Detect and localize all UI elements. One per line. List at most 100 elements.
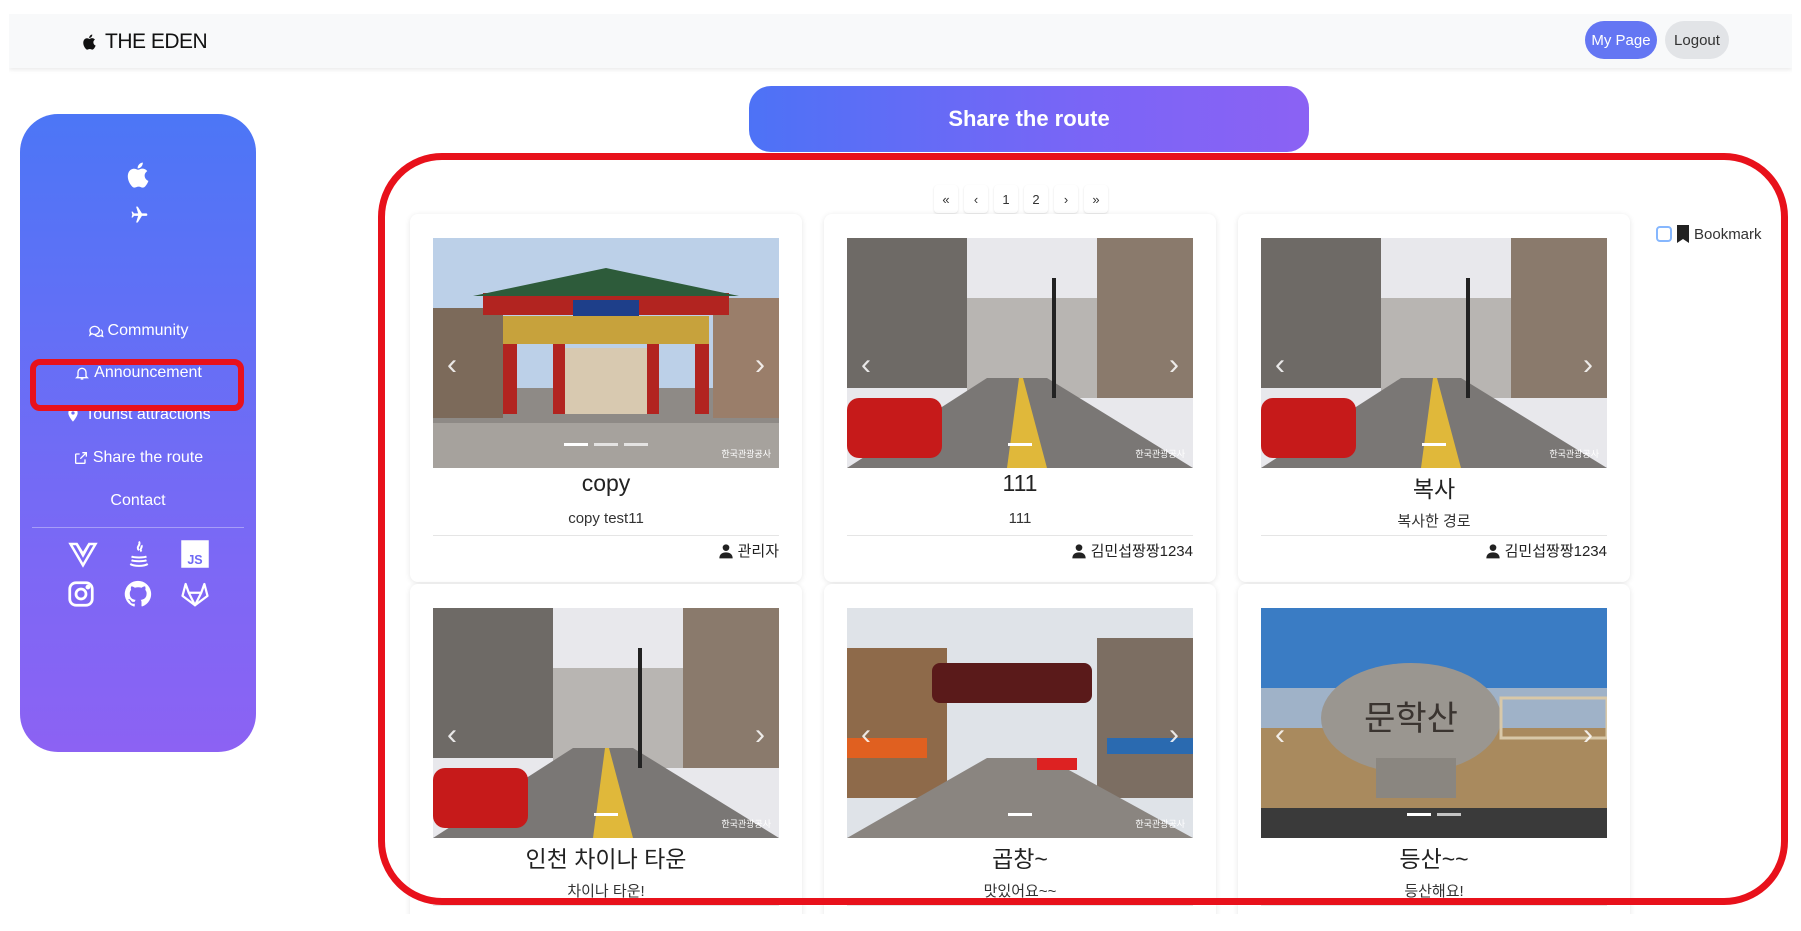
pagination-page-1[interactable]: 1 (994, 185, 1018, 213)
bookmark-label: Bookmark (1694, 225, 1762, 243)
mountain-stone-image: 문학산 (1261, 608, 1607, 838)
brand-logo[interactable]: THE EDEN (81, 30, 208, 54)
user-icon (718, 543, 733, 558)
sidebar-item-share-the-route[interactable]: Share the route (20, 449, 256, 467)
street-image (1261, 238, 1607, 468)
card-author: 김민섭짱짱1234 (1071, 540, 1193, 561)
card-image-carousel[interactable]: ‹ › 한국관광공사 (1261, 238, 1607, 468)
user-icon (1071, 543, 1086, 558)
route-card[interactable]: ‹ › 한국관광공사 copy copy test11 관리자 (410, 214, 802, 582)
watermark: 한국관광공사 (1135, 820, 1185, 830)
app-frame: THE EDEN My Page Logout Community Announ… (9, 14, 1792, 914)
sidebar-item-contact[interactable]: Contact (20, 492, 256, 510)
chat-icon (88, 325, 104, 338)
sidebar-item-label: Contact (110, 492, 166, 509)
author-name: 김민섭짱짱1234 (1504, 543, 1607, 560)
card-image-carousel[interactable]: 문학산 ‹ › (1261, 608, 1607, 838)
carousel-next-icon[interactable]: › (1583, 718, 1593, 752)
github-icon[interactable] (123, 579, 153, 609)
route-card[interactable]: 문학산 ‹ › 등산~~ 등산해요! (1238, 584, 1630, 914)
chinatown-gate-image (433, 238, 779, 468)
sidebar-divider (32, 527, 244, 528)
carousel-next-icon[interactable]: › (755, 718, 765, 752)
instagram-icon[interactable] (66, 579, 96, 609)
carousel-next-icon[interactable]: › (1169, 348, 1179, 382)
bookmark-checkbox[interactable] (1656, 226, 1672, 242)
route-card[interactable]: ‹ › 한국관광공사 인천 차이나 타운 차이나 타운! (410, 584, 802, 914)
apple-icon[interactable] (124, 158, 154, 192)
carousel-indicators[interactable] (1422, 443, 1446, 446)
route-card[interactable]: ‹ › 한국관광공사 111 111 김민섭짱짱1234 (824, 214, 1216, 582)
vue-icon[interactable] (68, 539, 98, 569)
stone-inscription: 문학산 (1364, 699, 1458, 739)
pagination-next[interactable]: › (1054, 185, 1078, 213)
pagination-last[interactable]: » (1084, 185, 1108, 213)
airplane-icon[interactable] (129, 205, 149, 225)
pagination: « ‹ 1 2 › » (934, 185, 1108, 213)
carousel-prev-icon[interactable]: ‹ (447, 348, 457, 382)
card-divider (1261, 905, 1607, 906)
carousel-next-icon[interactable]: › (755, 348, 765, 382)
card-description: 복사한 경로 (1397, 513, 1471, 530)
carousel-indicators[interactable] (1407, 813, 1461, 816)
carousel-indicators[interactable] (594, 813, 618, 816)
card-title: 등산~~ (1399, 846, 1469, 872)
watermark: 한국관광공사 (721, 820, 771, 830)
sidebar-item-label: Community (107, 322, 189, 339)
pagination-page-2[interactable]: 2 (1024, 185, 1048, 213)
author-name: 김민섭짱짱1234 (1090, 543, 1193, 560)
street-image (847, 238, 1193, 468)
carousel-prev-icon[interactable]: ‹ (861, 718, 871, 752)
user-icon (1485, 543, 1500, 558)
js-icon[interactable]: JS (180, 539, 210, 569)
watermark: 한국관광공사 (721, 450, 771, 460)
card-description: 111 (1008, 510, 1032, 527)
card-title: 111 (1002, 470, 1038, 496)
carousel-indicators[interactable] (564, 443, 648, 446)
carousel-prev-icon[interactable]: ‹ (1275, 348, 1285, 382)
carousel-prev-icon[interactable]: ‹ (861, 348, 871, 382)
card-image-carousel[interactable]: ‹ › 한국관광공사 (433, 238, 779, 468)
card-title: copy (581, 470, 631, 496)
java-icon[interactable] (124, 539, 154, 569)
watermark: 한국관광공사 (1135, 450, 1185, 460)
share-icon (74, 452, 87, 464)
card-image-carousel[interactable]: ‹ › 한국관광공사 (433, 608, 779, 838)
card-author: 관리자 (718, 540, 779, 561)
carousel-prev-icon[interactable]: ‹ (447, 718, 457, 752)
market-street-image (847, 608, 1193, 838)
card-description: 등산해요! (1404, 883, 1464, 900)
card-image-carousel[interactable]: ‹ › 한국관광공사 (847, 608, 1193, 838)
carousel-next-icon[interactable]: › (1169, 718, 1179, 752)
card-author: 김민섭짱짱1234 (1485, 540, 1607, 561)
top-navbar: THE EDEN My Page Logout (9, 14, 1792, 68)
route-card[interactable]: ‹ › 한국관광공사 복사 복사한 경로 김민섭짱짱1234 (1238, 214, 1630, 582)
card-description: 맛있어요~~ (983, 883, 1057, 900)
card-title: 복사 (1412, 476, 1456, 502)
gitlab-icon[interactable] (180, 579, 210, 609)
carousel-prev-icon[interactable]: ‹ (1275, 718, 1285, 752)
my-page-button[interactable]: My Page (1585, 21, 1657, 59)
sidebar-item-community[interactable]: Community (20, 322, 256, 340)
watermark: 한국관광공사 (1549, 450, 1599, 460)
bookmark-icon (1677, 225, 1689, 243)
card-description: copy test11 (568, 510, 644, 527)
logout-button[interactable]: Logout (1665, 21, 1729, 59)
card-image-carousel[interactable]: ‹ › 한국관광공사 (847, 238, 1193, 468)
card-title: 인천 차이나 타운 (525, 846, 687, 872)
author-name: 관리자 (737, 543, 779, 560)
card-description: 차이나 타운! (567, 883, 645, 900)
carousel-indicators[interactable] (1008, 443, 1032, 446)
carousel-next-icon[interactable]: › (1583, 348, 1593, 382)
svg-text:JS: JS (187, 553, 202, 567)
card-divider (1261, 535, 1607, 536)
carousel-indicators[interactable] (1008, 813, 1032, 816)
sidebar: Community Announcement Tourist attractio… (20, 114, 256, 752)
pagination-first[interactable]: « (934, 185, 958, 213)
bookmark-filter[interactable]: Bookmark (1656, 225, 1762, 243)
card-divider (847, 905, 1193, 906)
route-card[interactable]: ‹ › 한국관광공사 곱창~ 맛있어요~~ (824, 584, 1216, 914)
active-nav-highlight (30, 359, 244, 411)
pagination-prev[interactable]: ‹ (964, 185, 988, 213)
card-divider (433, 905, 779, 906)
